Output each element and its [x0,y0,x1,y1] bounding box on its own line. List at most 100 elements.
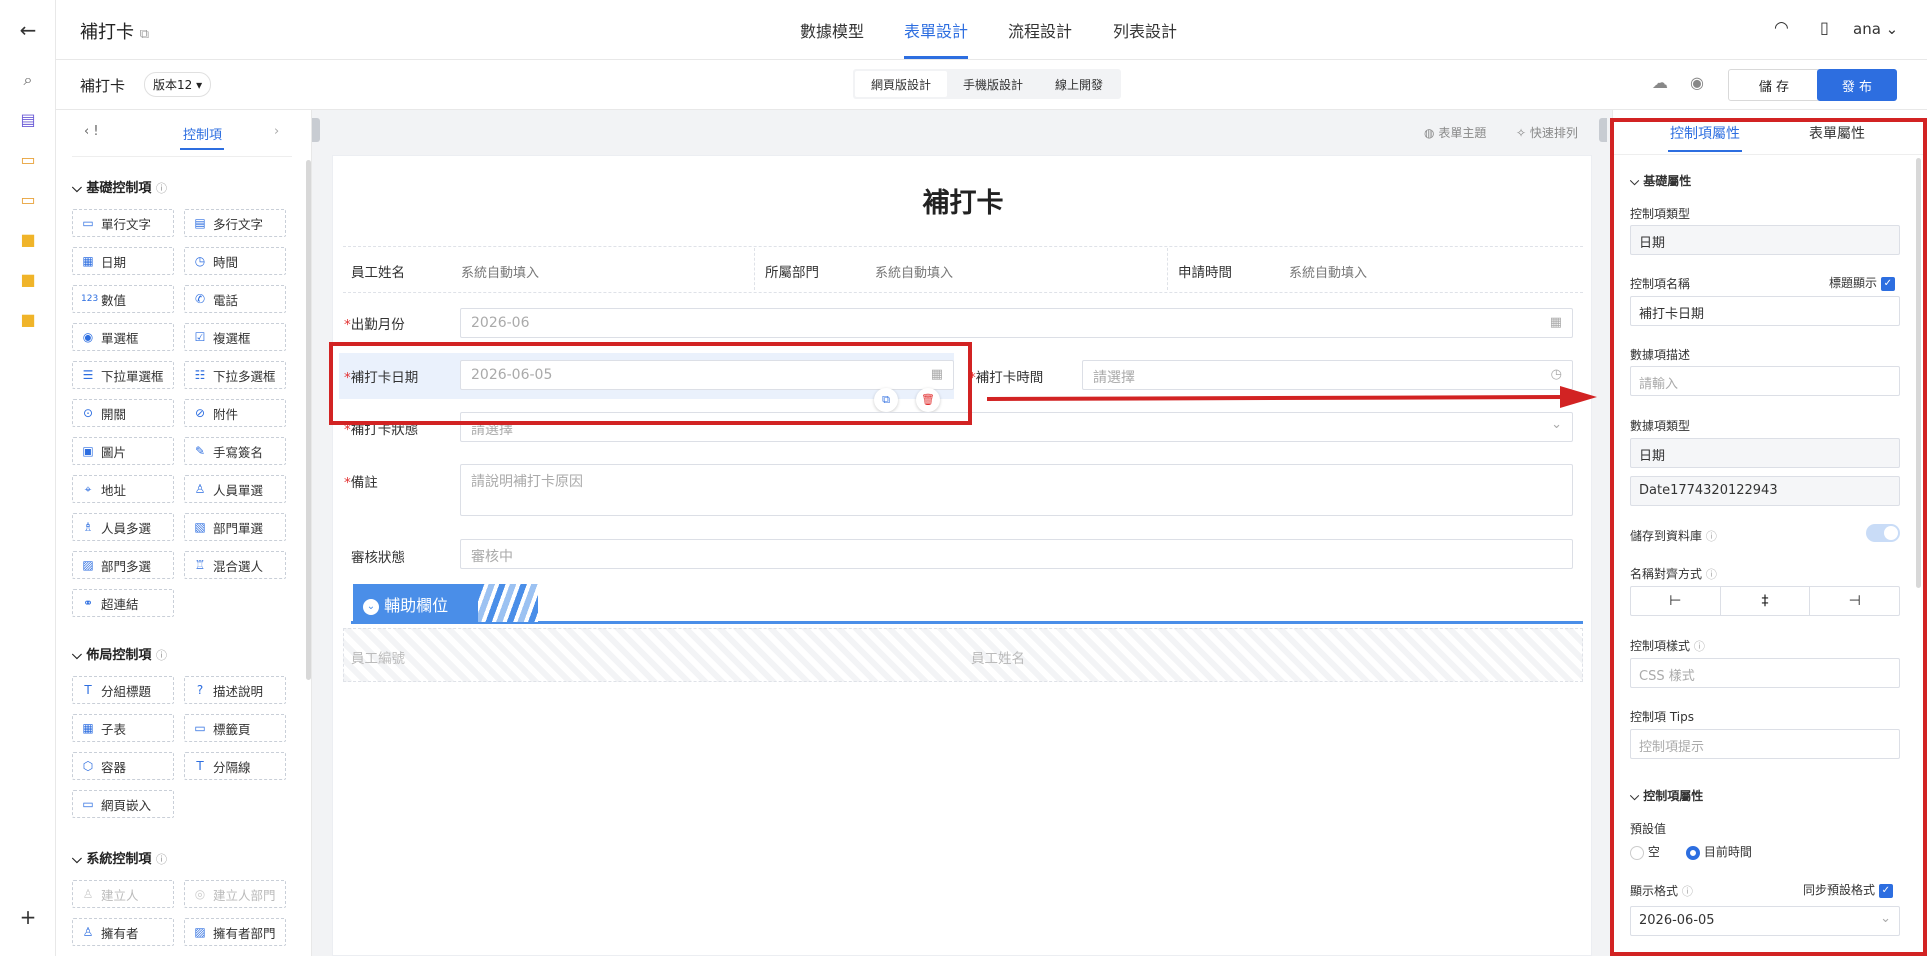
palette-control[interactable]: ♖ 混合選人 [184,551,286,579]
control-icon: ▧ [194,520,206,534]
palette-control[interactable]: ☰ 下拉單選框 [72,361,174,389]
control-label: 複選框 [213,330,251,346]
segment-web[interactable]: 網頁版設計 [855,71,948,97]
palette-control[interactable]: ◷ 時間 [184,247,286,275]
tab-form-design[interactable]: 表單設計 [904,18,968,42]
control-label: 下拉多選框 [213,368,276,384]
folder-icon-2[interactable]: ■ [0,270,56,289]
folder-icon-3[interactable]: ■ [0,310,56,329]
palette-control[interactable]: ✆ 電話 [184,285,286,313]
control-label: 分組標題 [101,683,152,699]
month-input[interactable]: 2026-06 ▦ [460,308,1573,338]
palette-control[interactable]: ⊘ 附件 [184,399,286,427]
palette-control[interactable]: ▤ 多行文字 [184,209,286,237]
palette-control[interactable]: ♙ 人員單選 [184,475,286,503]
palette-control[interactable]: ◉ 單選框 [72,323,174,351]
control-palette: ‹ ! 控制項 › ⌵ 基礎控制項 ⓘ ▭ 單行文字 ▤ 多行文字 ▦ 日期 ◷ 時間 123 數… [56,110,312,956]
palette-control[interactable]: ▧ 部門單選 [184,513,286,541]
annotation-box-selected-field [329,342,972,425]
divider [1167,248,1168,290]
palette-scrollbar[interactable] [306,160,311,680]
collapse-right-handle[interactable] [1599,118,1607,142]
palette-next-icon[interactable]: › [274,124,279,139]
caret-down-icon: ▾ [196,78,203,92]
preview-eye-icon[interactable]: ◉ [1690,73,1704,92]
palette-control[interactable]: ▭ 網頁嵌入 [72,790,174,818]
control-icon: ⊙ [82,406,94,420]
palette-control[interactable]: T 分組標題 [72,676,174,704]
chat-icon[interactable]: ▭ [0,150,56,169]
section-basic[interactable]: ⌵ 基礎控制項 ⓘ [72,177,167,196]
palette-control[interactable]: ☷ 下拉多選框 [184,361,286,389]
control-label: 手寫簽名 [213,444,264,460]
palette-control[interactable]: ▣ 圖片 [72,437,174,465]
chevron-down-icon: ⌄ [1551,417,1562,432]
headset-icon[interactable]: ◠ [1774,18,1789,38]
tab-data-model[interactable]: 數據模型 [800,18,864,42]
chat-icon-2[interactable]: ▭ [0,190,56,209]
version-selector[interactable]: 版本12 ▾ [144,72,212,97]
palette-control[interactable]: ▨ 擁有者部門 [184,918,286,946]
external-link-icon[interactable]: ⧉ [140,27,149,42]
palette-control[interactable]: T 分隔線 [184,752,286,780]
control-label: 容器 [101,759,127,775]
segment-mobile[interactable]: 手機版設計 [947,71,1039,97]
aux-group-header[interactable]: ⌄ 輔助欄位 [353,584,483,622]
palette-control[interactable]: ▭ 標籤頁 [184,714,286,742]
employee-name-label: 員工姓名 [351,265,405,281]
publish-button[interactable]: 發 布 [1817,69,1897,101]
search-icon[interactable]: ⌕ [0,70,56,90]
palette-control[interactable]: ▦ 子表 [72,714,174,742]
tab-list-design[interactable]: 列表設計 [1113,18,1177,42]
design-mode-segments: 網頁版設計 手機版設計 線上開發 [853,69,1122,99]
palette-control[interactable]: ⬡ 容器 [72,752,174,780]
collapse-left-handle[interactable] [312,118,320,142]
control-label: 部門多選 [101,558,152,574]
palette-control[interactable]: ✎ 手寫簽名 [184,437,286,465]
month-label: *出勤月份 [344,317,405,333]
palette-control[interactable]: 123 數值 [72,285,174,313]
aux-fields-area [343,628,1583,682]
control-label: 分隔線 [213,759,251,775]
palette-control[interactable]: ⚭ 超連結 [72,589,174,617]
help-icon: ⓘ [155,853,167,866]
add-icon[interactable]: + [0,905,56,929]
control-icon: 123 [81,294,99,304]
control-label: 下拉單選框 [101,368,164,384]
palette-control[interactable]: ♙ 擁有者 [72,918,174,946]
review-input[interactable]: 審核中 [460,539,1573,569]
control-label: 電話 [213,292,239,308]
control-label: 建立人部門 [213,887,276,903]
segment-online-dev[interactable]: 線上開發 [1039,71,1119,97]
user-menu[interactable]: ana ⌄ [1853,20,1898,38]
palette-tab-controls[interactable]: 控制項 [183,124,222,143]
back-arrow-icon[interactable]: ← [0,18,56,42]
palette-control[interactable]: ⊙ 開關 [72,399,174,427]
book-icon[interactable]: ▯ [1820,18,1829,37]
folder-icon[interactable]: ■ [0,230,56,249]
form-page: 補打卡 員工姓名 系統自動填入 所屬部門 系統自動填入 申請時間 系統自動填入 … [332,155,1592,956]
save-button[interactable]: 儲 存 [1728,69,1820,101]
quick-arrange-button[interactable]: ✧ 快速排列 [1516,124,1578,141]
palette-prev-icon[interactable]: ‹ ! [84,124,99,139]
cloud-upload-icon[interactable]: ☁ [1652,73,1668,92]
table-icon[interactable]: ▤ [0,110,56,129]
palette-control[interactable]: ◎ 建立人部門 [184,880,286,908]
section-system[interactable]: ⌵ 系統控制項 ⓘ [72,848,167,867]
palette-control[interactable]: ♗ 人員多選 [72,513,174,541]
palette-control[interactable]: ▦ 日期 [72,247,174,275]
palette-control[interactable]: ☑ 複選框 [184,323,286,351]
palette-control[interactable]: ▨ 部門多選 [72,551,174,579]
tab-flow-design[interactable]: 流程設計 [1008,18,1072,42]
control-icon: ♗ [82,520,94,534]
top-bar: 補打卡 ⧉ 數據模型 表單設計 流程設計 列表設計 ◠ ▯ ana ⌄ [56,0,1927,60]
palette-control[interactable]: ♙ 建立人 [72,880,174,908]
control-label: 圖片 [101,444,127,460]
aux-group-stripes [478,584,538,622]
palette-control[interactable]: ▭ 單行文字 [72,209,174,237]
palette-control[interactable]: ? 描述說明 [184,676,286,704]
section-layout[interactable]: ⌵ 佈局控制項 ⓘ [72,644,167,663]
palette-control[interactable]: ⌖ 地址 [72,475,174,503]
remark-textarea[interactable]: 請說明補打卡原因 [460,464,1573,516]
form-theme-button[interactable]: ◍ 表單主題 [1424,124,1486,141]
